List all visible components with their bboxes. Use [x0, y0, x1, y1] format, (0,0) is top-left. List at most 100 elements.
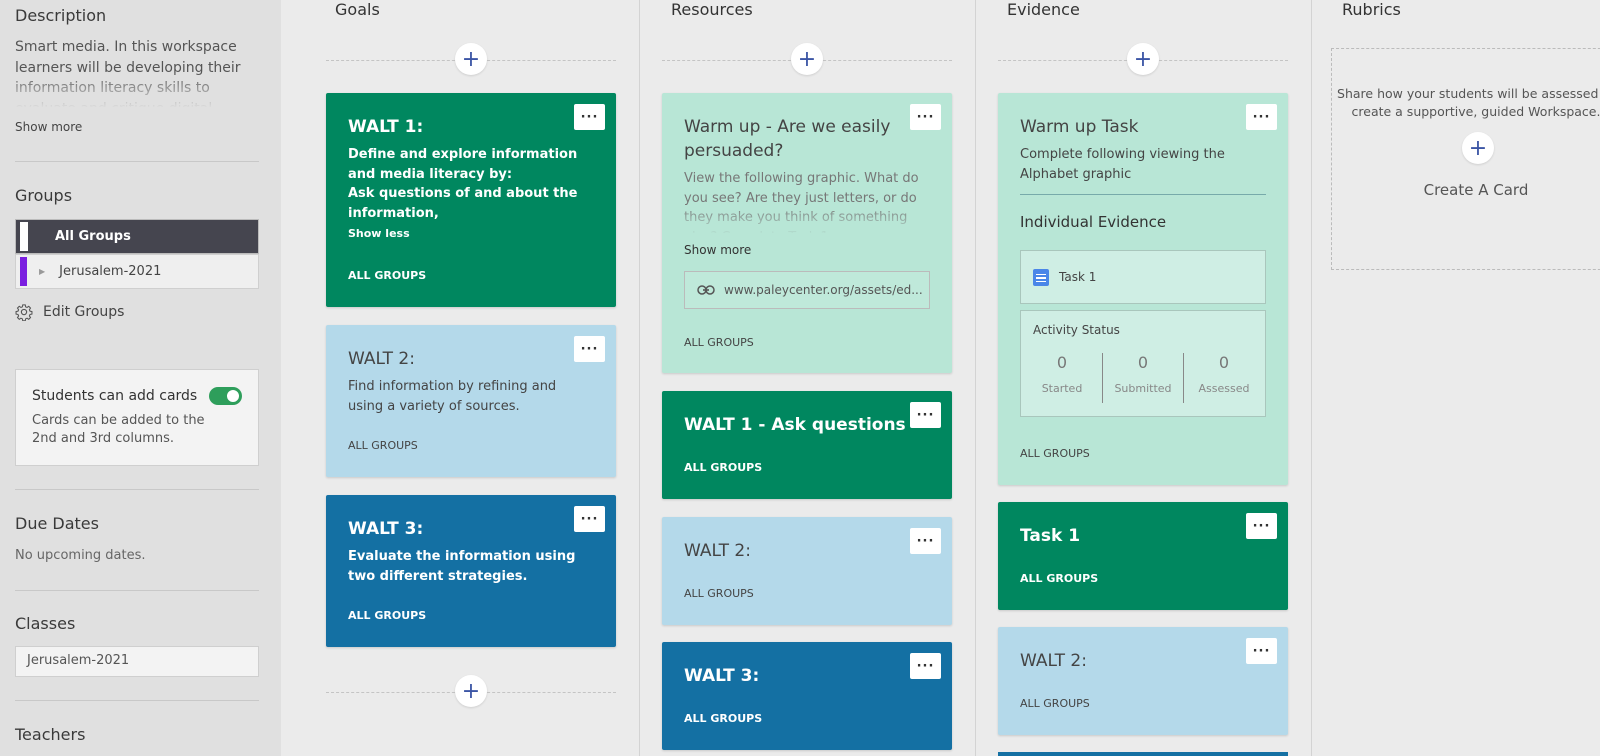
card-group-tag: ALL GROUPS — [348, 609, 427, 622]
column-separator — [1311, 0, 1312, 756]
evidence-section-title: Individual Evidence — [1020, 213, 1167, 231]
body-fade — [662, 205, 952, 235]
show-more-link[interactable]: Show more — [684, 243, 751, 257]
description-fade — [15, 72, 259, 108]
document-icon — [1033, 268, 1049, 286]
show-less-link[interactable]: Show less — [348, 227, 594, 240]
resource-card-warm-up[interactable]: ··· Warm up - Are we easily persuaded? V… — [662, 93, 952, 373]
stat-started: 0 Started — [1022, 353, 1102, 395]
evidence-card-warm-up-task[interactable]: ··· Warm up Task Complete following view… — [998, 93, 1288, 485]
description-show-more-link[interactable]: Show more — [15, 120, 82, 134]
card-menu-button[interactable]: ··· — [910, 104, 941, 130]
card-title: Task 1 — [1020, 526, 1081, 546]
card-title: WALT 2: — [684, 541, 751, 561]
activity-status-panel: Activity Status 0 Started 0 Submitted 0 … — [1020, 310, 1266, 417]
edit-groups-label: Edit Groups — [43, 304, 125, 320]
teachers-title: Teachers — [15, 725, 86, 744]
rubrics-empty-panel: Share how your students will be assessed… — [1331, 48, 1600, 270]
resource-link[interactable]: www.paleycenter.org/assets/ed... — [684, 271, 930, 309]
card-body: Find information by refining and using a… — [348, 379, 557, 414]
stat-value: 0 — [1056, 353, 1068, 372]
group-color-swatch — [20, 222, 28, 251]
card-menu-button[interactable]: ··· — [1246, 513, 1277, 539]
students-can-add-cards-panel: Students can add cards Cards can be adde… — [15, 369, 259, 466]
column-title-goals: Goals — [335, 0, 380, 19]
card-title: WALT 3: — [684, 666, 760, 686]
evidence-card-next-partial[interactable] — [998, 752, 1288, 756]
card-title: WALT 1: — [348, 117, 424, 137]
stat-label: Submitted — [1114, 382, 1172, 395]
card-divider — [1020, 194, 1266, 195]
add-card-button-rubrics[interactable]: + — [1462, 132, 1494, 164]
goal-card-walt1[interactable]: ··· WALT 1: Define and explore informati… — [326, 93, 616, 307]
resource-card-walt2[interactable]: ··· WALT 2: ALL GROUPS — [662, 517, 952, 625]
stat-label: Assessed — [1198, 382, 1250, 395]
card-group-tag: ALL GROUPS — [348, 439, 418, 452]
card-group-tag: ALL GROUPS — [1020, 572, 1099, 585]
column-title-rubrics: Rubrics — [1342, 0, 1401, 19]
due-dates-title: Due Dates — [15, 514, 99, 533]
card-body: Define and explore information and media… — [348, 147, 578, 221]
card-menu-button[interactable]: ··· — [1246, 104, 1277, 130]
card-title: WALT 2: — [1020, 651, 1087, 671]
add-card-button-resources-top[interactable]: + — [791, 43, 823, 75]
evidence-card-task1[interactable]: ··· Task 1 ALL GROUPS — [998, 502, 1288, 610]
card-title: WALT 3: — [348, 519, 424, 539]
group-label: Jerusalem-2021 — [59, 264, 162, 279]
card-menu-button[interactable]: ··· — [910, 528, 941, 554]
card-menu-button[interactable]: ··· — [910, 653, 941, 679]
group-item-all-groups[interactable]: All Groups — [15, 219, 259, 254]
task-label: Task 1 — [1059, 270, 1097, 284]
students-add-subtitle: Cards can be added to the 2nd and 3rd co… — [32, 413, 205, 446]
card-menu-button[interactable]: ··· — [1246, 638, 1277, 664]
goal-card-walt3[interactable]: ··· WALT 3: Evaluate the information usi… — [326, 495, 616, 647]
card-group-tag: ALL GROUPS — [684, 587, 754, 600]
create-a-card-label[interactable]: Create A Card — [1332, 181, 1600, 199]
sidebar: Description Smart media. In this workspa… — [0, 0, 281, 756]
gear-icon — [15, 304, 33, 321]
rubrics-empty-text: Share how your students will be assessed… — [1337, 86, 1600, 119]
class-field[interactable]: Jerusalem-2021 — [15, 646, 259, 677]
stat-value: 0 — [1137, 353, 1149, 372]
group-color-swatch — [20, 257, 27, 286]
card-title: Warm up - Are we easily persuaded? — [684, 117, 891, 161]
groups-title: Groups — [15, 186, 73, 205]
column-title-evidence: Evidence — [1007, 0, 1080, 19]
resource-card-walt3[interactable]: ··· WALT 3: ALL GROUPS — [662, 642, 952, 750]
divider — [15, 161, 259, 162]
stat-value: 0 — [1218, 353, 1230, 372]
card-title: WALT 2: — [348, 349, 415, 369]
students-add-toggle[interactable] — [209, 387, 242, 405]
card-menu-button[interactable]: ··· — [574, 336, 605, 362]
classes-title: Classes — [15, 614, 76, 633]
caret-right-icon[interactable]: ▶ — [39, 267, 45, 276]
column-separator — [975, 0, 976, 756]
card-menu-button[interactable]: ··· — [910, 402, 941, 428]
divider — [15, 700, 259, 701]
evidence-task-item[interactable]: Task 1 — [1020, 250, 1266, 304]
card-group-tag: ALL GROUPS — [1020, 447, 1090, 460]
evidence-card-walt2[interactable]: ··· WALT 2: ALL GROUPS — [998, 627, 1288, 735]
resource-link-url: www.paleycenter.org/assets/ed... — [724, 283, 923, 297]
resource-card-walt1[interactable]: ··· WALT 1 - Ask questions ALL GROUPS — [662, 391, 952, 499]
add-card-button-goals-top[interactable]: + — [455, 43, 487, 75]
card-body: Evaluate the information using two diffe… — [348, 549, 576, 584]
card-group-tag: ALL GROUPS — [684, 461, 763, 474]
card-group-tag: ALL GROUPS — [1020, 697, 1090, 710]
edit-groups-button[interactable]: Edit Groups — [15, 303, 124, 321]
stat-label: Started — [1041, 382, 1083, 395]
card-group-tag: ALL GROUPS — [684, 712, 763, 725]
card-group-tag: ALL GROUPS — [348, 269, 427, 282]
stat-submitted: 0 Submitted — [1103, 353, 1183, 395]
card-menu-button[interactable]: ··· — [574, 506, 605, 532]
description-title: Description — [15, 6, 107, 25]
add-card-button-evidence-top[interactable]: + — [1127, 43, 1159, 75]
due-dates-text: No upcoming dates. — [15, 548, 146, 563]
card-menu-button[interactable]: ··· — [574, 104, 605, 130]
divider — [15, 590, 259, 591]
add-card-button-goals-bottom[interactable]: + — [455, 675, 487, 707]
goal-card-walt2[interactable]: ··· WALT 2: Find information by refining… — [326, 325, 616, 477]
card-body: Complete following viewing the Alphabet … — [1020, 147, 1225, 182]
card-title: WALT 1 - Ask questions — [684, 415, 906, 435]
group-item-jerusalem-2021[interactable]: ▶ Jerusalem-2021 — [15, 254, 259, 289]
